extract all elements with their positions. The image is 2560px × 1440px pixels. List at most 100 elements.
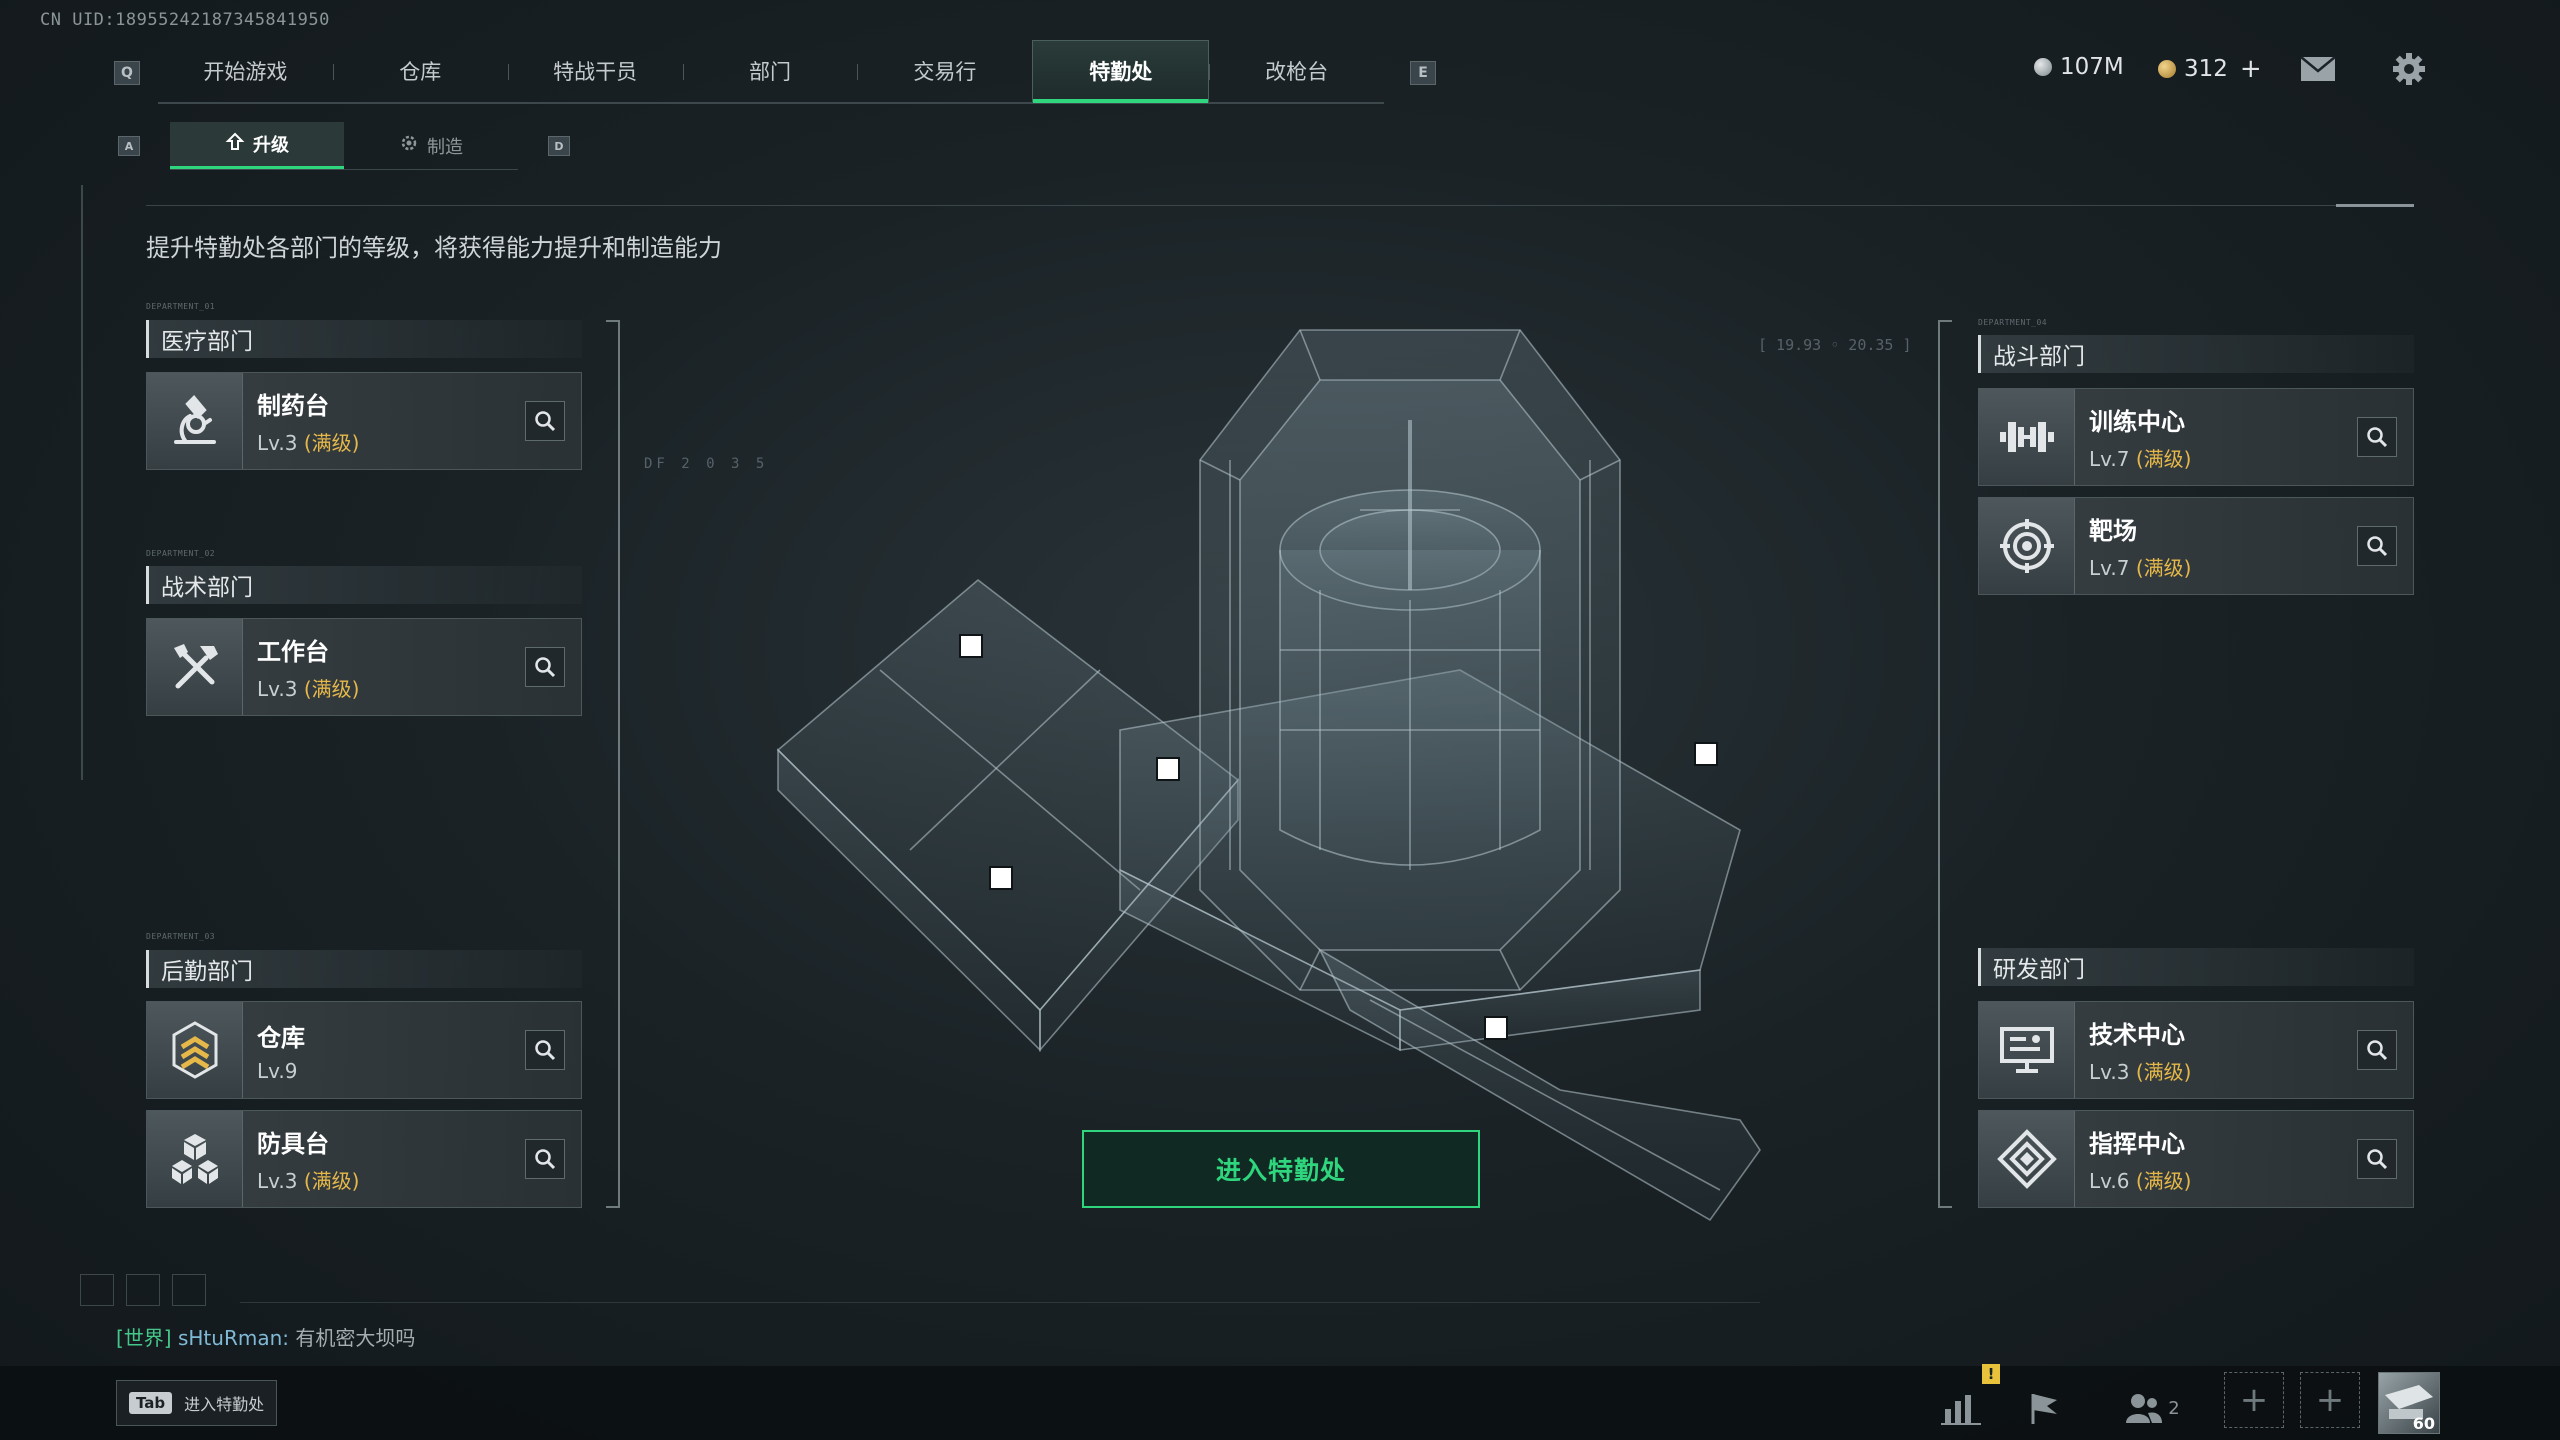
gear-icon	[399, 133, 419, 158]
facility-level: Lv.3 (满级)	[257, 1165, 525, 1194]
hud-code: DF 2 0 3 5	[644, 456, 769, 472]
subtab-upgrade-label: 升级	[253, 135, 289, 156]
chat-sender: sHtuRman:	[177, 1326, 289, 1350]
tab-enter-hint[interactable]: Tab 进入特勤处	[116, 1380, 278, 1426]
facility-card-shooting-range[interactable]: 靶场 Lv.7 (满级)	[1978, 497, 2414, 595]
gold-currency[interactable]: 312 +	[2158, 54, 2262, 84]
silver-amount: 107M	[2060, 54, 2124, 80]
add-slot-icon[interactable]: +	[2224, 1372, 2284, 1428]
player-avatar[interactable]: 60	[2378, 1372, 2440, 1434]
facility-info: 防具台 Lv.3 (满级)	[243, 1124, 525, 1194]
tab-key: Tab	[129, 1392, 173, 1414]
flag-icon[interactable]	[2014, 1378, 2076, 1438]
facility-name: 技术中心	[2089, 1021, 2185, 1049]
hotspot-marker[interactable]	[1484, 1016, 1508, 1040]
world-chat-message[interactable]: [世界] sHtuRman: 有机密大坝吗	[116, 1322, 415, 1351]
search-icon[interactable]	[2357, 1030, 2397, 1070]
chat-channel: [世界]	[116, 1326, 172, 1350]
search-icon[interactable]	[2357, 417, 2397, 457]
tab-gunsmith[interactable]: 改枪台	[1209, 40, 1384, 102]
dept-combat-title: 战斗部门	[1978, 335, 2414, 373]
sub-tabs: 升级 制造	[170, 122, 518, 170]
search-icon[interactable]	[525, 401, 565, 441]
silver-currency: 107M	[2034, 54, 2124, 80]
dept-research-title: 研发部门	[1978, 948, 2414, 986]
nav-prev-key[interactable]: Q	[114, 61, 140, 85]
gold-coin-icon	[2158, 60, 2176, 78]
nav-next-key[interactable]: E	[1410, 61, 1436, 85]
max-level-badge: (满级)	[303, 677, 360, 701]
search-icon[interactable]	[2357, 526, 2397, 566]
facility-name: 防具台	[257, 1130, 329, 1158]
max-level-badge: (满级)	[2135, 1169, 2192, 1193]
level-value: Lv.3	[257, 677, 298, 701]
dept-logistics-tag: DEPARTMENT_03	[146, 932, 216, 941]
subtab-next-key[interactable]: D	[548, 136, 570, 156]
tab-market[interactable]: 交易行	[857, 40, 1032, 102]
left-panel-bracket	[606, 320, 620, 1208]
dumbbell-icon	[1979, 389, 2075, 485]
header-divider-accent	[2336, 204, 2414, 207]
hotspot-marker[interactable]	[959, 634, 983, 658]
facility-info: 靶场 Lv.7 (满级)	[2075, 511, 2357, 581]
target-icon	[1979, 498, 2075, 594]
tab-start-game[interactable]: 开始游戏	[158, 40, 333, 102]
tab-warehouse[interactable]: 仓库	[332, 40, 508, 102]
add-slot-icon[interactable]: +	[2300, 1372, 2360, 1428]
hq-building-wireframe[interactable]	[760, 310, 1800, 1230]
alert-badge: !	[1982, 1364, 2000, 1384]
hotspot-marker[interactable]	[1694, 742, 1718, 766]
search-icon[interactable]	[525, 1030, 565, 1070]
dept-tactical-tag: DEPARTMENT_02	[146, 549, 216, 558]
decor-squares	[80, 1274, 206, 1306]
hotspot-marker[interactable]	[989, 866, 1013, 890]
facility-card-armor-bench[interactable]: 防具台 Lv.3 (满级)	[146, 1110, 582, 1208]
header-divider	[146, 205, 2414, 206]
command-diamond-icon	[1979, 1111, 2075, 1207]
facility-level: Lv.3 (满级)	[257, 427, 525, 456]
level-value: Lv.9	[257, 1058, 298, 1083]
gold-add-button[interactable]: +	[2240, 54, 2262, 84]
facility-info: 仓库 Lv.9	[243, 1018, 525, 1083]
silver-coin-icon	[2034, 58, 2052, 76]
search-icon[interactable]	[525, 647, 565, 687]
facility-level: Lv.3 (满级)	[2089, 1056, 2357, 1085]
stats-chart-icon[interactable]	[1930, 1378, 1992, 1438]
facility-level: Lv.3 (满级)	[257, 673, 525, 702]
hotspot-marker[interactable]	[1156, 757, 1180, 781]
facility-card-training-center[interactable]: 训练中心 Lv.7 (满级)	[1978, 388, 2414, 486]
settings-gear-icon[interactable]	[2392, 52, 2426, 86]
mail-icon[interactable]	[2300, 56, 2336, 82]
tab-department[interactable]: 部门	[682, 40, 858, 102]
facility-info: 制药台 Lv.3 (满级)	[243, 386, 525, 456]
search-icon[interactable]	[2357, 1139, 2397, 1179]
tools-icon	[147, 619, 243, 715]
tab-hint-label: 进入特勤处	[184, 1395, 265, 1414]
page-description: 提升特勤处各部门的等级，将获得能力提升和制造能力	[146, 234, 722, 262]
level-value: Lv.3	[257, 1169, 298, 1193]
search-icon[interactable]	[525, 1139, 565, 1179]
player-uid: CN UID:18955242187345841950	[40, 10, 330, 30]
tab-operators[interactable]: 特战干员	[507, 40, 683, 102]
facility-card-storage[interactable]: 仓库 Lv.9	[146, 1001, 582, 1099]
main-nav-tabs: 开始游戏 仓库 特战干员 部门 交易行 特勤处 改枪台	[158, 40, 1384, 104]
facility-level: Lv.7 (满级)	[2089, 552, 2357, 581]
facility-card-pharmacy[interactable]: 制药台 Lv.3 (满级)	[146, 372, 582, 470]
right-panel-bracket	[1938, 320, 1952, 1208]
subtab-prev-key[interactable]: A	[118, 136, 140, 156]
facility-card-tech-center[interactable]: 技术中心 Lv.3 (满级)	[1978, 1001, 2414, 1099]
dept-logistics-title: 后勤部门	[146, 950, 582, 988]
microscope-icon	[147, 373, 243, 469]
subtab-craft[interactable]: 制造	[344, 122, 518, 169]
max-level-badge: (满级)	[2135, 447, 2192, 471]
facility-name: 训练中心	[2089, 408, 2185, 436]
tab-special-ops[interactable]: 特勤处	[1032, 40, 1210, 103]
level-value: Lv.3	[257, 431, 298, 455]
facility-name: 指挥中心	[2089, 1130, 2185, 1158]
level-value: Lv.7	[2089, 447, 2130, 471]
friends-icon[interactable]: 2	[2112, 1378, 2192, 1438]
subtab-upgrade[interactable]: 升级	[170, 122, 344, 169]
facility-card-workbench[interactable]: 工作台 Lv.3 (满级)	[146, 618, 582, 716]
enter-special-ops-button[interactable]: 进入特勤处	[1082, 1130, 1480, 1208]
facility-card-command-center[interactable]: 指挥中心 Lv.6 (满级)	[1978, 1110, 2414, 1208]
